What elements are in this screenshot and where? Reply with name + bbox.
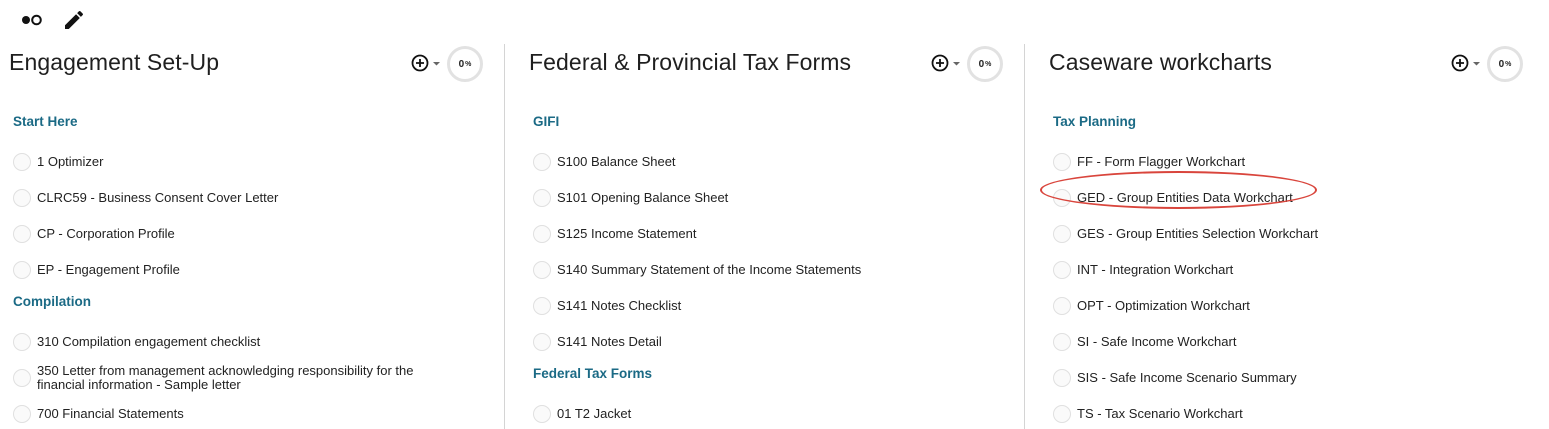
item-label[interactable]: SI - Safe Income Workchart bbox=[1077, 335, 1236, 349]
pencil-icon[interactable] bbox=[62, 8, 86, 32]
add-dropdown-button[interactable] bbox=[410, 52, 444, 74]
item-label[interactable]: EP - Engagement Profile bbox=[37, 263, 180, 277]
list-item[interactable]: 01 T2 Jacket bbox=[533, 396, 1013, 429]
item-label[interactable]: TS - Tax Scenario Workchart bbox=[1077, 407, 1243, 421]
item-label[interactable]: GED - Group Entities Data Workchart bbox=[1077, 191, 1293, 205]
status-circle-icon[interactable] bbox=[533, 405, 551, 423]
status-circle-icon[interactable] bbox=[13, 369, 31, 387]
list-item[interactable]: 700 Financial Statements bbox=[13, 396, 493, 429]
status-circle-icon[interactable] bbox=[1053, 225, 1071, 243]
status-circle-icon[interactable] bbox=[533, 297, 551, 315]
document-list: Tax Planning FF - Form Flagger Workchart… bbox=[1053, 112, 1533, 429]
item-label[interactable]: 01 T2 Jacket bbox=[557, 407, 631, 421]
status-circle-icon[interactable] bbox=[1053, 297, 1071, 315]
dots-toggle-icon[interactable] bbox=[20, 8, 44, 32]
progress-unit: % bbox=[465, 60, 472, 68]
column-caseware-workcharts: Caseware workcharts 0% Tax Planning FF -… bbox=[1025, 40, 1549, 429]
section-tax-planning[interactable]: Tax Planning bbox=[1053, 112, 1533, 132]
list-item[interactable]: GED - Group Entities Data Workchart bbox=[1053, 180, 1533, 216]
item-label[interactable]: S101 Opening Balance Sheet bbox=[557, 191, 728, 205]
item-label[interactable]: S141 Notes Detail bbox=[557, 335, 662, 349]
item-label[interactable]: SIS - Safe Income Scenario Summary bbox=[1077, 371, 1297, 385]
status-circle-icon[interactable] bbox=[13, 153, 31, 171]
list-item[interactable]: CLRC59 - Business Consent Cover Letter bbox=[13, 180, 493, 216]
status-circle-icon[interactable] bbox=[533, 333, 551, 351]
status-circle-icon[interactable] bbox=[1053, 153, 1071, 171]
status-circle-icon[interactable] bbox=[13, 225, 31, 243]
item-label[interactable]: S141 Notes Checklist bbox=[557, 299, 681, 313]
status-circle-icon[interactable] bbox=[1053, 333, 1071, 351]
item-label[interactable]: INT - Integration Workchart bbox=[1077, 263, 1233, 277]
item-label[interactable]: 1 Optimizer bbox=[37, 155, 103, 169]
item-label[interactable]: 350 Letter from management acknowledging… bbox=[37, 364, 417, 392]
column-tax-forms: Federal & Provincial Tax Forms 0% GIFI S… bbox=[505, 40, 1024, 429]
list-item[interactable]: CP - Corporation Profile bbox=[13, 216, 493, 252]
item-label[interactable]: 700 Financial Statements bbox=[37, 407, 184, 421]
progress-value: 0 bbox=[1498, 58, 1505, 70]
list-item[interactable]: 350 Letter from management acknowledging… bbox=[13, 360, 493, 396]
status-circle-icon[interactable] bbox=[533, 225, 551, 243]
list-item[interactable]: GES - Group Entities Selection Workchart bbox=[1053, 216, 1533, 252]
list-item[interactable]: 1 Optimizer bbox=[13, 144, 493, 180]
section-start-here[interactable]: Start Here bbox=[13, 112, 493, 132]
item-label[interactable]: OPT - Optimization Workchart bbox=[1077, 299, 1250, 313]
status-circle-icon[interactable] bbox=[13, 333, 31, 351]
status-circle-icon[interactable] bbox=[533, 153, 551, 171]
status-circle-icon[interactable] bbox=[13, 189, 31, 207]
status-circle-icon[interactable] bbox=[1053, 189, 1071, 207]
status-circle-icon[interactable] bbox=[533, 261, 551, 279]
top-toolbar bbox=[0, 0, 1549, 40]
list-item[interactable]: S125 Income Statement bbox=[533, 216, 1013, 252]
section-federal-tax-forms[interactable]: Federal Tax Forms bbox=[533, 364, 1013, 384]
column-title: Engagement Set-Up bbox=[9, 49, 220, 75]
column-engagement-setup: Engagement Set-Up 0% Start Here 1 Optimi… bbox=[0, 40, 504, 429]
document-list: Start Here 1 Optimizer CLRC59 - Business… bbox=[13, 112, 493, 429]
list-item[interactable]: TS - Tax Scenario Workchart bbox=[1053, 396, 1533, 429]
status-circle-icon[interactable] bbox=[1053, 405, 1071, 423]
list-item[interactable]: SI - Safe Income Workchart bbox=[1053, 324, 1533, 360]
status-circle-icon[interactable] bbox=[13, 261, 31, 279]
list-item[interactable]: OPT - Optimization Workchart bbox=[1053, 288, 1533, 324]
item-label[interactable]: S100 Balance Sheet bbox=[557, 155, 676, 169]
item-label[interactable]: CLRC59 - Business Consent Cover Letter bbox=[37, 191, 278, 205]
section-gifi[interactable]: GIFI bbox=[533, 112, 1013, 132]
status-circle-icon[interactable] bbox=[1053, 369, 1071, 387]
status-circle-icon[interactable] bbox=[1053, 261, 1071, 279]
progress-unit: % bbox=[1505, 60, 1512, 68]
list-item[interactable]: S141 Notes Checklist bbox=[533, 288, 1013, 324]
list-item[interactable]: S141 Notes Detail bbox=[533, 324, 1013, 360]
add-dropdown-button[interactable] bbox=[930, 52, 964, 74]
column-title: Caseware workcharts bbox=[1049, 49, 1273, 75]
list-item[interactable]: EP - Engagement Profile bbox=[13, 252, 493, 288]
list-item[interactable]: 310 Compilation engagement checklist bbox=[13, 324, 493, 360]
column-title: Federal & Provincial Tax Forms bbox=[529, 49, 852, 75]
progress-indicator: 0% bbox=[967, 46, 1003, 82]
list-item[interactable]: INT - Integration Workchart bbox=[1053, 252, 1533, 288]
list-item[interactable]: SIS - Safe Income Scenario Summary bbox=[1053, 360, 1533, 396]
item-label[interactable]: S140 Summary Statement of the Income Sta… bbox=[557, 263, 861, 277]
status-circle-icon[interactable] bbox=[13, 405, 31, 423]
add-dropdown-button[interactable] bbox=[1450, 52, 1484, 74]
section-compilation[interactable]: Compilation bbox=[13, 292, 493, 312]
document-list: GIFI S100 Balance Sheet S101 Opening Bal… bbox=[533, 112, 1013, 429]
status-circle-icon[interactable] bbox=[533, 189, 551, 207]
item-label[interactable]: FF - Form Flagger Workchart bbox=[1077, 155, 1245, 169]
item-label[interactable]: CP - Corporation Profile bbox=[37, 227, 175, 241]
list-item[interactable]: S100 Balance Sheet bbox=[533, 144, 1013, 180]
progress-indicator: 0% bbox=[1487, 46, 1523, 82]
list-item[interactable]: S140 Summary Statement of the Income Sta… bbox=[533, 252, 1013, 288]
progress-value: 0 bbox=[978, 58, 985, 70]
item-label[interactable]: GES - Group Entities Selection Workchart bbox=[1077, 227, 1318, 241]
item-label[interactable]: S125 Income Statement bbox=[557, 227, 696, 241]
list-item[interactable]: S101 Opening Balance Sheet bbox=[533, 180, 1013, 216]
item-label[interactable]: 310 Compilation engagement checklist bbox=[37, 335, 260, 349]
progress-value: 0 bbox=[458, 58, 465, 70]
list-item[interactable]: FF - Form Flagger Workchart bbox=[1053, 144, 1533, 180]
progress-indicator: 0% bbox=[447, 46, 483, 82]
progress-unit: % bbox=[985, 60, 992, 68]
